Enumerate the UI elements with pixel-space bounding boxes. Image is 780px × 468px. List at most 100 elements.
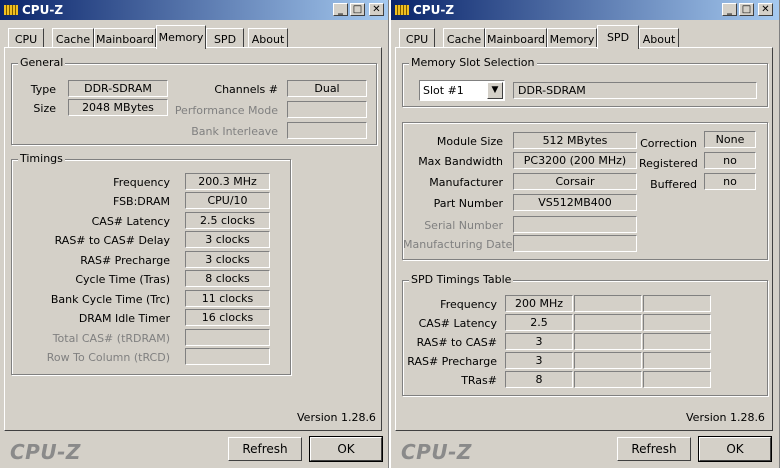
spd-timing-label: Frequency	[440, 298, 497, 311]
cpuz-brand: CPU-Z	[401, 440, 472, 464]
cpuz-brand: CPU-Z	[10, 440, 81, 464]
chevron-down-icon[interactable]: ▼	[487, 82, 503, 99]
module-label: Manufacturing Date	[403, 238, 513, 251]
channels-value: Dual	[287, 80, 367, 97]
timing-label: RAS# Precharge	[80, 254, 170, 267]
title-bar[interactable]: CPU-Z _ □ ✕	[0, 0, 388, 20]
bank-interleave-value	[287, 122, 367, 139]
slot-dropdown[interactable]: Slot #1 ▼	[419, 80, 505, 101]
spd-timing-value: 3	[505, 333, 573, 350]
spd-timing-label: RAS# to CAS#	[416, 336, 497, 349]
timing-label: Frequency	[113, 176, 170, 189]
cpuz-logo-icon	[4, 5, 18, 15]
type-label: Type	[30, 83, 56, 96]
correction-value: None	[704, 131, 756, 148]
spd-timing-value	[574, 333, 642, 350]
spd-timing-label: CAS# Latency	[418, 317, 497, 330]
module-label: Serial Number	[424, 219, 503, 232]
tab-about[interactable]: About	[248, 28, 288, 48]
spd-timing-value: 200 MHz	[505, 295, 573, 312]
tab-mainboard[interactable]: Mainboard	[94, 28, 156, 48]
timings-group: Timings Frequency 200.3 MHz FSB:DRAM CPU…	[11, 152, 291, 375]
spd-timing-value	[643, 352, 711, 369]
close-icon[interactable]: ✕	[369, 3, 384, 16]
module-value: 512 MBytes	[513, 132, 637, 149]
timing-value	[185, 329, 270, 346]
timings-label: Timings	[18, 152, 65, 165]
timing-value: 2.5 clocks	[185, 212, 270, 229]
ok-button[interactable]: OK	[698, 436, 772, 462]
timing-value: CPU/10	[185, 192, 270, 209]
timing-value: 200.3 MHz	[185, 173, 270, 190]
correction-label: Correction	[640, 137, 697, 150]
maximize-icon[interactable]: □	[350, 3, 365, 16]
ok-button[interactable]: OK	[309, 436, 383, 462]
spd-timing-value	[643, 371, 711, 388]
module-value: PC3200 (200 MHz)	[513, 152, 637, 169]
version-label: Version 1.28.6	[297, 411, 376, 424]
slot-type-value: DDR-SDRAM	[513, 82, 757, 99]
minimize-icon[interactable]: _	[333, 3, 348, 16]
spd-timing-value	[574, 314, 642, 331]
timing-value: 16 clocks	[185, 309, 270, 326]
refresh-button[interactable]: Refresh	[617, 437, 691, 461]
module-value: VS512MB400	[513, 194, 637, 211]
timing-label: DRAM Idle Timer	[78, 312, 170, 325]
window-title: CPU-Z	[22, 3, 64, 17]
general-group: General Type DDR-SDRAM Size 2048 MBytes …	[11, 56, 377, 145]
tab-cache[interactable]: Cache	[52, 28, 94, 48]
timing-value: 3 clocks	[185, 251, 270, 268]
title-bar[interactable]: CPU-Z _ □ ✕	[391, 0, 779, 20]
timing-value: 8 clocks	[185, 270, 270, 287]
spd-panel: Memory Slot Selection Slot #1 ▼ DDR-SDRA…	[395, 47, 773, 431]
timing-label: FSB:DRAM	[112, 195, 170, 208]
timing-value: 3 clocks	[185, 231, 270, 248]
timing-value	[185, 348, 270, 365]
tab-cache[interactable]: Cache	[443, 28, 485, 48]
channels-label: Channels #	[214, 83, 278, 96]
spd-timing-value	[574, 371, 642, 388]
window-title: CPU-Z	[413, 3, 455, 17]
registered-value: no	[704, 152, 756, 169]
cpuz-window-memory: CPU-Z _ □ ✕ CPU Cache Mainboard Memory S…	[0, 0, 389, 468]
spd-timing-value	[643, 295, 711, 312]
size-label: Size	[33, 102, 56, 115]
spd-timing-value: 8	[505, 371, 573, 388]
spd-timing-value	[574, 352, 642, 369]
module-label: Module Size	[436, 135, 503, 148]
module-label: Manufacturer	[429, 176, 503, 189]
tab-cpu[interactable]: CPU	[8, 28, 44, 48]
spd-timing-value	[643, 314, 711, 331]
general-label: General	[18, 56, 66, 69]
spd-timing-label: RAS# Precharge	[407, 355, 497, 368]
memory-slot-selection-label: Memory Slot Selection	[409, 56, 537, 69]
timing-label: CAS# Latency	[91, 215, 170, 228]
module-info-group: Module Size 512 MBytes Max Bandwidth PC3…	[402, 122, 768, 260]
performance-mode-label: Performance Mode	[174, 104, 278, 117]
module-value	[513, 216, 637, 233]
timing-label: Bank Cycle Time (Trc)	[50, 293, 170, 306]
buffered-label: Buffered	[650, 178, 697, 191]
tab-spd[interactable]: SPD	[597, 25, 639, 49]
timing-value: 11 clocks	[185, 290, 270, 307]
minimize-icon[interactable]: _	[722, 3, 737, 16]
timing-label: Row To Column (tRCD)	[46, 351, 170, 364]
spd-timing-value	[643, 333, 711, 350]
tab-memory[interactable]: Memory	[156, 25, 206, 49]
timing-label: Total CAS# (tRDRAM)	[52, 332, 170, 345]
registered-label: Registered	[639, 157, 698, 170]
tab-cpu[interactable]: CPU	[399, 28, 435, 48]
spd-timing-value: 3	[505, 352, 573, 369]
type-value: DDR-SDRAM	[68, 80, 168, 97]
timing-label: Cycle Time (Tras)	[75, 273, 170, 286]
close-icon[interactable]: ✕	[758, 3, 773, 16]
refresh-button[interactable]: Refresh	[228, 437, 302, 461]
tab-spd[interactable]: SPD	[206, 28, 244, 48]
tab-memory[interactable]: Memory	[547, 28, 597, 48]
tab-mainboard[interactable]: Mainboard	[485, 28, 547, 48]
maximize-icon[interactable]: □	[739, 3, 754, 16]
cpuz-logo-icon	[395, 5, 409, 15]
spd-timing-value	[574, 295, 642, 312]
spd-timings-table-group: SPD Timings Table Frequency 200 MHz CAS#…	[402, 273, 768, 396]
tab-about[interactable]: About	[639, 28, 679, 48]
